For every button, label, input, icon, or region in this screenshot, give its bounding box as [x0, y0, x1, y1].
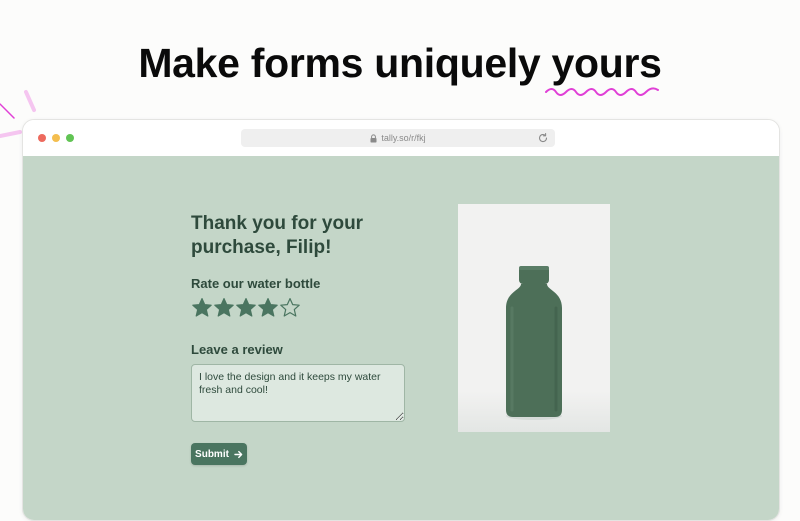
squiggle-underline	[545, 87, 659, 96]
headline-text: Make forms uniquely	[138, 40, 552, 86]
review-label: Leave a review	[191, 342, 283, 357]
star-empty-icon[interactable]	[279, 297, 301, 319]
water-bottle-illustration	[506, 266, 562, 420]
rating-label: Rate our water bottle	[191, 276, 321, 291]
lock-icon	[370, 133, 377, 143]
submit-label: Submit	[195, 448, 229, 460]
browser-window: tally.so/r/fkj Thank you for your purcha…	[22, 119, 780, 521]
star-filled-icon[interactable]	[213, 297, 235, 319]
url-text: tally.so/r/fkj	[381, 133, 426, 143]
headline: Make forms uniquely yours	[0, 40, 800, 87]
star-filled-icon[interactable]	[257, 297, 279, 319]
review-textarea[interactable]: I love the design and it keeps my water …	[191, 364, 405, 422]
reload-icon[interactable]	[537, 132, 549, 144]
star-rating	[191, 297, 301, 319]
close-window-button[interactable]	[38, 134, 46, 142]
submit-button[interactable]: Submit	[191, 443, 247, 465]
star-filled-icon[interactable]	[235, 297, 257, 319]
browser-titlebar: tally.so/r/fkj	[23, 120, 779, 156]
headline-accent: yours	[551, 40, 662, 86]
form-page: Thank you for your purchase, Filip! Rate…	[23, 156, 779, 520]
maximize-window-button[interactable]	[66, 134, 74, 142]
form-title: Thank you for your purchase, Filip!	[191, 213, 364, 258]
star-filled-icon[interactable]	[191, 297, 213, 319]
address-bar[interactable]: tally.so/r/fkj	[241, 129, 555, 147]
product-image	[458, 204, 610, 432]
arrow-right-icon	[234, 450, 243, 459]
minimize-window-button[interactable]	[52, 134, 60, 142]
